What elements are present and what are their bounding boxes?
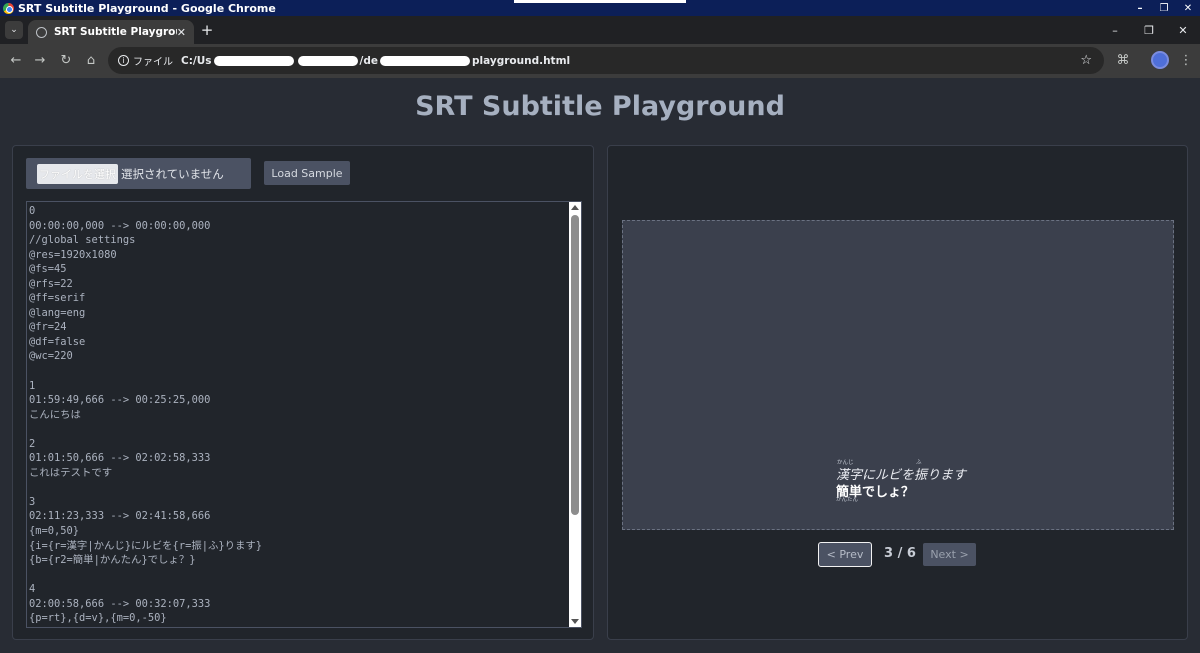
close-icon[interactable]: ✕ <box>1166 16 1200 44</box>
pager: < Prev 3 / 6 Next > <box>608 542 1189 568</box>
new-tab-button[interactable]: + <box>198 21 216 39</box>
extensions-icon[interactable]: ⌘ <box>1113 50 1133 70</box>
file-input[interactable]: ファイルを選択 選択されていません <box>26 158 251 189</box>
tab-close-icon[interactable]: ✕ <box>177 26 186 39</box>
redaction-mark <box>380 55 470 66</box>
subtitle-preview: かんじ ふ 漢字にルビを振ります 簡単でしょ？ かんたん <box>622 220 1174 530</box>
window-controls: – ❐ ✕ <box>1098 16 1200 44</box>
back-icon[interactable]: ← <box>6 50 26 70</box>
more-menu-icon[interactable]: ⋮ <box>1176 50 1196 70</box>
choose-file-button[interactable]: ファイルを選択 <box>37 163 118 184</box>
tab-strip: ⌄ SRT Subtitle Playground ✕ + <box>0 16 1200 44</box>
site-info-chip[interactable]: i ファイル <box>118 53 173 68</box>
restore-icon[interactable]: ❐ <box>1132 16 1166 44</box>
scroll-up-icon[interactable] <box>571 205 579 210</box>
scroll-down-icon[interactable] <box>571 619 579 624</box>
load-sample-button[interactable]: Load Sample <box>264 161 350 185</box>
os-window-controls: – ❐ ✕ <box>1128 0 1200 16</box>
prev-button[interactable]: < Prev <box>818 542 872 567</box>
editor-scrollbar[interactable] <box>569 202 581 627</box>
address-bar[interactable]: i ファイル C:/Us /de playground.html ☆ <box>108 47 1104 74</box>
minimize-icon[interactable]: – <box>1098 16 1132 44</box>
globe-icon <box>36 26 47 38</box>
os-title-bar: SRT Subtitle Playground - Google Chrome … <box>0 0 1200 16</box>
page-counter: 3 / 6 <box>884 546 916 561</box>
redaction-mark <box>213 55 294 66</box>
info-icon: i <box>118 55 129 66</box>
file-status: 選択されていません <box>121 166 224 181</box>
close-icon[interactable]: ✕ <box>1176 0 1200 16</box>
tab-srt-playground[interactable]: SRT Subtitle Playground ✕ <box>28 20 194 44</box>
title-highlight <box>514 0 686 3</box>
chrome-icon <box>3 2 14 14</box>
next-button[interactable]: Next > <box>923 543 976 566</box>
redaction-mark <box>297 55 358 66</box>
ruby-annotation: かんたん <box>836 497 859 503</box>
minimize-icon[interactable]: – <box>1128 0 1152 16</box>
url-text: C:/Us /de playground.html <box>181 54 571 67</box>
home-icon[interactable]: ⌂ <box>81 50 101 70</box>
forward-icon[interactable]: → <box>30 50 50 70</box>
preview-panel: かんじ ふ 漢字にルビを振ります 簡単でしょ？ かんたん < Prev 3 / … <box>607 145 1188 640</box>
bookmark-star-icon[interactable]: ☆ <box>1080 53 1092 68</box>
tab-title: SRT Subtitle Playground <box>54 26 177 38</box>
profile-avatar[interactable] <box>1151 51 1169 69</box>
browser-toolbar: ← → ↻ ⌂ i ファイル C:/Us /de playground.html… <box>0 44 1200 78</box>
page: SRT Subtitle Playground ファイルを選択 選択されていませ… <box>0 78 1200 653</box>
srt-editor-textarea[interactable]: 0 00:00:00,000 --> 00:00:00,000 //global… <box>26 201 582 628</box>
window-title: SRT Subtitle Playground - Google Chrome <box>18 1 276 15</box>
page-title: SRT Subtitle Playground <box>415 91 785 122</box>
restore-icon[interactable]: ❐ <box>1152 0 1176 16</box>
scrollbar-thumb[interactable] <box>571 215 579 515</box>
srt-editor-content: 0 00:00:00,000 --> 00:00:00,000 //global… <box>29 205 263 625</box>
tab-search-button[interactable]: ⌄ <box>5 21 23 39</box>
reload-icon[interactable]: ↻ <box>56 50 76 70</box>
editor-panel: ファイルを選択 選択されていません Load Sample 0 00:00:00… <box>12 145 594 640</box>
